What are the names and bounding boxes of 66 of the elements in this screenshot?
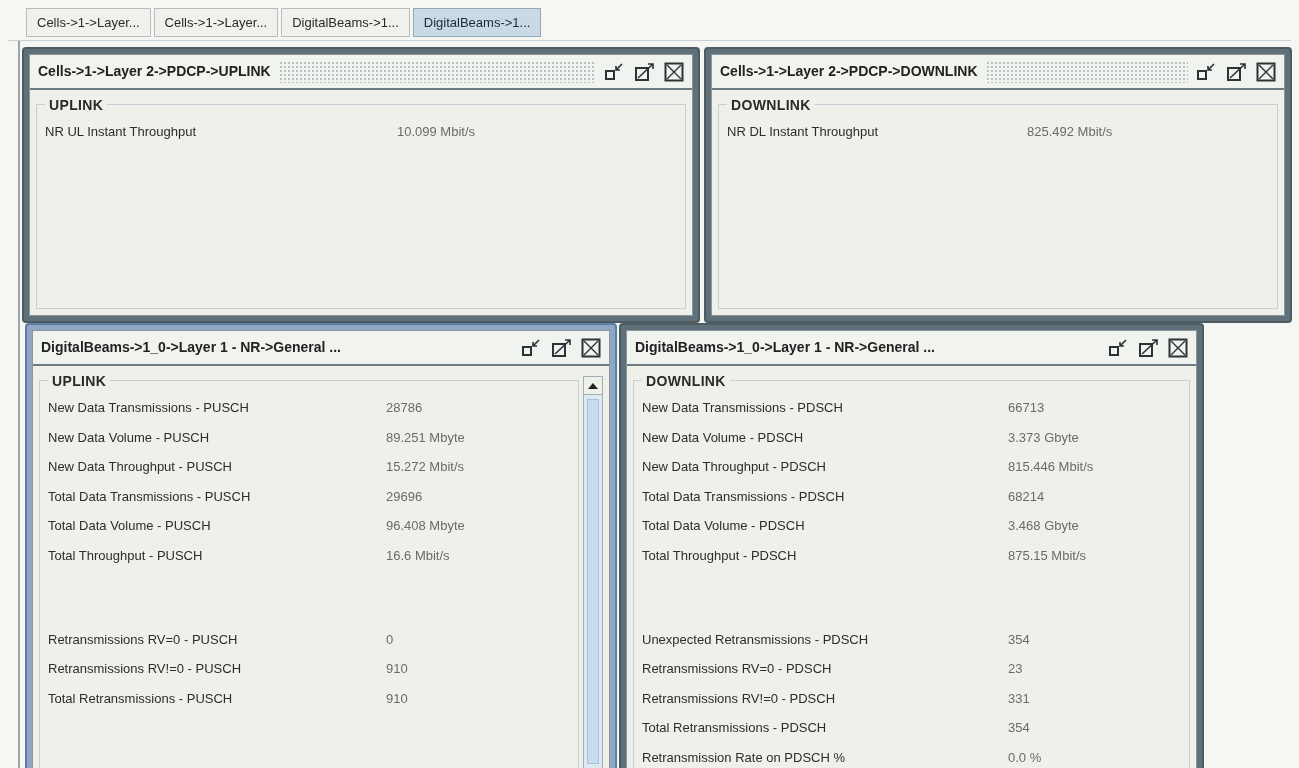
minimize-icon[interactable] [1196, 61, 1218, 82]
metric-label: Total Data Volume - PUSCH [48, 517, 212, 536]
metric-label: New Data Throughput - PDSCH [642, 458, 827, 477]
metric-value: 0.0 % [1008, 749, 1042, 767]
metric-value: 66713 [1008, 399, 1045, 418]
metric-label: NR DL Instant Throughput [727, 123, 880, 142]
tab[interactable]: DigitalBeams->1... [281, 8, 410, 37]
metric-label: New Data Volume - PDSCH [642, 428, 805, 447]
vertical-scrollbar[interactable] [583, 376, 603, 768]
metric-value: 354 [1008, 630, 1030, 649]
metric-label: Retransmissions RV!=0 - PUSCH [48, 660, 242, 679]
scroll-up-icon[interactable] [588, 382, 598, 389]
metric-value: 89.251 Mbyte [386, 428, 465, 447]
metric-value: 910 [386, 660, 408, 679]
minimize-icon[interactable] [1108, 337, 1130, 358]
metric-label: Unexpected Retransmissions - PDSCH [642, 630, 870, 649]
metric-label: New Data Throughput - PUSCH [48, 458, 233, 477]
tab[interactable]: Cells->1->Layer... [26, 8, 151, 37]
metric-value: 331 [1008, 689, 1030, 708]
tab[interactable]: Cells->1->Layer... [153, 8, 279, 37]
metric-label: Retransmissions RV=0 - PUSCH [48, 630, 239, 649]
frame-title: DigitalBeams->1_0->Layer 1 - NR->General ... [41, 338, 341, 357]
close-icon[interactable] [664, 61, 684, 82]
metric-value: 23 [1008, 660, 1023, 679]
metric-label: Total Throughput - PUSCH [48, 547, 204, 565]
metric-value: 815.446 Mbit/s [1008, 458, 1094, 477]
metric-label: NR UL Instant Throughput [45, 123, 198, 142]
metric-value: 16.6 Mbit/s [386, 547, 450, 565]
frame-title: DigitalBeams->1_0->Layer 1 - NR->General ... [635, 338, 935, 357]
metric-value: 825.492 Mbit/s [1027, 123, 1113, 142]
metric-value: 96.408 Mbyte [386, 517, 465, 536]
metric-label: Retransmissions RV=0 - PDSCH [642, 660, 833, 679]
frame-title: Cells->1->Layer 2->PDCP->DOWNLINK [720, 62, 978, 81]
minimize-icon[interactable] [521, 337, 543, 358]
metric-label: Total Data Transmissions - PDSCH [642, 487, 846, 506]
metric-label: Retransmissions RV!=0 - PDSCH [642, 689, 836, 708]
metric-label: New Data Transmissions - PUSCH [48, 399, 250, 418]
tab[interactable]: DigitalBeams->1... [412, 8, 542, 37]
maximize-icon[interactable] [551, 337, 573, 358]
metric-value: 29696 [386, 487, 423, 506]
metric-value: 3.373 Gbyte [1008, 428, 1079, 447]
metric-label: Total Retransmissions - PUSCH [48, 689, 234, 708]
metric-label: New Data Volume - PUSCH [48, 428, 211, 447]
metric-label: New Data Transmissions - PDSCH [642, 399, 844, 418]
metric-label: Total Data Transmissions - PUSCH [48, 487, 252, 506]
close-icon[interactable] [1256, 61, 1276, 82]
maximize-icon[interactable] [1226, 61, 1248, 82]
metric-label: Retransmission Rate on PDSCH % [642, 749, 847, 767]
metric-value: 28786 [386, 399, 423, 418]
metric-value: 3.468 Gbyte [1008, 517, 1079, 536]
metric-label: Total Retransmissions - PDSCH [642, 719, 828, 738]
metric-value: 875.15 Mbit/s [1008, 547, 1087, 565]
metric-value: 10.099 Mbit/s [397, 123, 476, 142]
minimize-icon[interactable] [604, 61, 626, 82]
maximize-icon[interactable] [1138, 337, 1160, 358]
close-icon[interactable] [1168, 337, 1188, 358]
metric-label: Total Data Volume - PDSCH [642, 517, 806, 536]
metric-value: 15.272 Mbit/s [386, 458, 465, 477]
metric-value: 0 [386, 630, 394, 649]
metric-label: Total Throughput - PDSCH [642, 547, 798, 565]
metric-value: 68214 [1008, 487, 1045, 506]
metric-value: 354 [1008, 719, 1030, 738]
close-icon[interactable] [581, 337, 601, 358]
frame-title: Cells->1->Layer 2->PDCP->UPLINK [38, 62, 271, 81]
metric-value: 910 [386, 689, 408, 708]
maximize-icon[interactable] [634, 61, 656, 82]
